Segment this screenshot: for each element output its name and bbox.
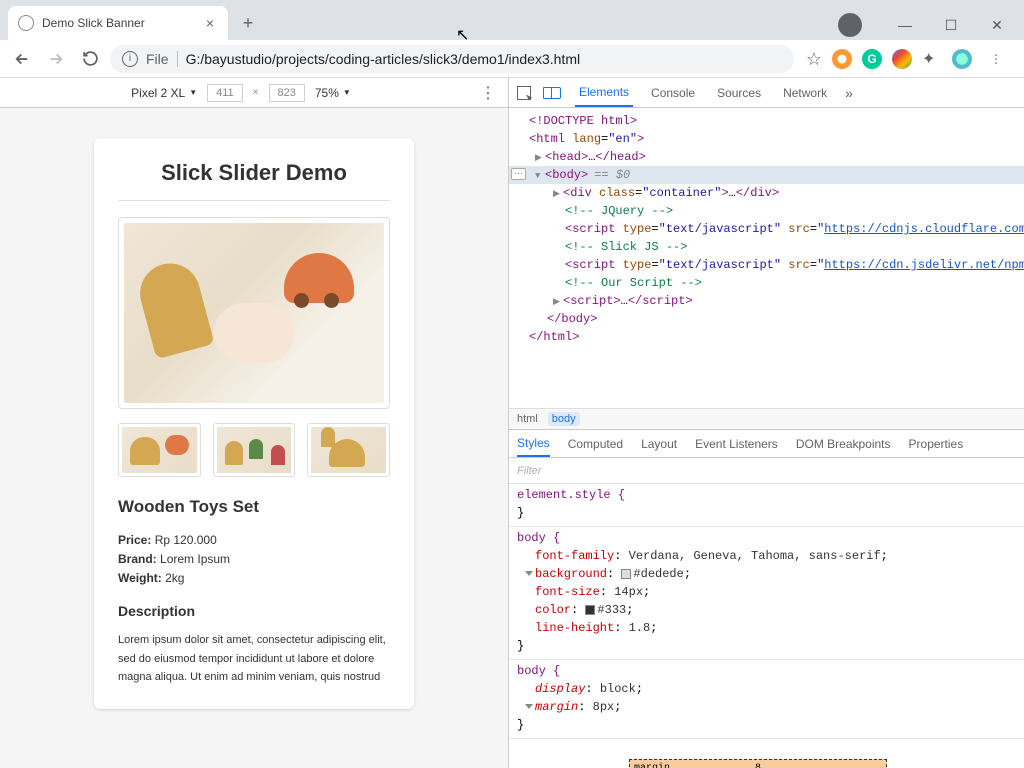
omnibox[interactable]: i File G:/bayustudio/projects/coding-art… bbox=[110, 45, 794, 73]
crumb-body[interactable]: body bbox=[548, 412, 580, 426]
device-width-input[interactable]: 411 bbox=[207, 84, 243, 102]
tab-event-listeners[interactable]: Event Listeners bbox=[695, 432, 778, 456]
product-weight: Weight: 2kg bbox=[118, 571, 390, 585]
zoom-select[interactable]: 75%▼ bbox=[315, 86, 351, 100]
tab-layout[interactable]: Layout bbox=[641, 432, 677, 456]
extension-icon[interactable]: G bbox=[862, 49, 882, 69]
dom-node[interactable]: <script type="text/javascript" src="http… bbox=[509, 256, 1024, 274]
styles-filter-bar: Filter :hov .cls + bbox=[509, 458, 1024, 484]
window-controls: — ☐ ✕ bbox=[838, 10, 1024, 40]
maximize-button[interactable]: ☐ bbox=[928, 10, 974, 40]
dom-comment[interactable]: <!-- JQuery --> bbox=[509, 202, 1024, 220]
tab-properties[interactable]: Properties bbox=[909, 432, 964, 456]
box-model[interactable]: margin 8 bbox=[509, 739, 1024, 768]
toolbar-actions: ☆ G ✦ ⋮ bbox=[800, 45, 1016, 73]
profile-badge-icon[interactable] bbox=[838, 13, 862, 37]
styles-panel[interactable]: element.style { } index3.html:16 body { … bbox=[509, 484, 1024, 768]
extension-icon[interactable] bbox=[892, 49, 912, 69]
dom-node[interactable]: <script type="text/javascript" src="http… bbox=[509, 220, 1024, 238]
tab-sources[interactable]: Sources bbox=[713, 80, 765, 106]
dom-node[interactable]: <!DOCTYPE html> bbox=[509, 112, 1024, 130]
dom-node[interactable]: </html> bbox=[509, 328, 1024, 346]
thumbnail-row bbox=[118, 423, 390, 477]
rendered-page: Slick Slider Demo Wooden Toys Set Price:… bbox=[94, 138, 414, 709]
style-rule[interactable]: index3.html:16 body { font-family: Verda… bbox=[509, 527, 1024, 660]
back-button[interactable] bbox=[8, 45, 36, 73]
dom-comment[interactable]: <!-- Our Script --> bbox=[509, 274, 1024, 292]
minimize-button[interactable]: — bbox=[882, 10, 928, 40]
dom-comment[interactable]: <!-- Slick JS --> bbox=[509, 238, 1024, 256]
dom-node[interactable]: ▶<div class="container">…</div> bbox=[509, 184, 1024, 202]
new-tab-button[interactable]: + bbox=[234, 9, 262, 37]
extensions-menu-icon[interactable]: ✦ bbox=[922, 49, 942, 69]
profile-avatar-icon[interactable] bbox=[952, 49, 972, 69]
device-height-input[interactable]: 823 bbox=[269, 84, 305, 102]
product-price: Price: Rp 120.000 bbox=[118, 533, 390, 547]
tab-console[interactable]: Console bbox=[647, 80, 699, 106]
address-bar: i File G:/bayustudio/projects/coding-art… bbox=[0, 40, 1024, 78]
dom-tree[interactable]: <!DOCTYPE html> <html lang="en"> ▶<head>… bbox=[509, 108, 1024, 408]
thumbnail[interactable] bbox=[307, 423, 390, 477]
device-toggle-icon[interactable] bbox=[545, 87, 561, 99]
tab-elements[interactable]: Elements bbox=[575, 79, 633, 107]
styles-filter-input[interactable]: Filter bbox=[509, 465, 1024, 477]
tab-title: Demo Slick Banner bbox=[42, 16, 202, 30]
menu-icon[interactable]: ⋮ bbox=[982, 45, 1010, 73]
more-tabs-icon[interactable]: » bbox=[845, 85, 853, 101]
device-toolbar-menu-icon[interactable]: ⋮ bbox=[480, 83, 496, 103]
url-text: G:/bayustudio/projects/coding-articles/s… bbox=[186, 51, 581, 67]
page-viewport-pane: Pixel 2 XL▼ 411 × 823 75%▼ ⋮ Slick Slide… bbox=[0, 78, 508, 768]
tab-computed[interactable]: Computed bbox=[568, 432, 623, 456]
styles-tabbar: Styles Computed Layout Event Listeners D… bbox=[509, 430, 1024, 458]
close-window-button[interactable]: ✕ bbox=[974, 10, 1020, 40]
devtools-tabbar: Elements Console Sources Network » ⚙ ⋮ ✕ bbox=[509, 78, 1024, 108]
page-title: Slick Slider Demo bbox=[118, 160, 390, 186]
crumb-html[interactable]: html bbox=[517, 413, 538, 425]
forward-button[interactable] bbox=[42, 45, 70, 73]
dom-node[interactable]: <html lang="en"> bbox=[509, 130, 1024, 148]
scheme-label: File bbox=[146, 51, 169, 67]
dom-node[interactable]: ▶<head>…</head> bbox=[509, 148, 1024, 166]
device-select[interactable]: Pixel 2 XL▼ bbox=[131, 86, 197, 100]
browser-tab[interactable]: Demo Slick Banner × bbox=[8, 6, 228, 40]
product-brand: Brand: Lorem Ipsum bbox=[118, 552, 390, 566]
bookmark-star-icon[interactable]: ☆ bbox=[806, 49, 822, 69]
description-text: Lorem ipsum dolor sit amet, consectetur … bbox=[118, 631, 390, 687]
tab-network[interactable]: Network bbox=[779, 80, 831, 106]
reload-button[interactable] bbox=[76, 45, 104, 73]
device-viewport[interactable]: Slick Slider Demo Wooden Toys Set Price:… bbox=[0, 108, 508, 768]
tab-dom-breakpoints[interactable]: DOM Breakpoints bbox=[796, 432, 891, 456]
dimension-x: × bbox=[253, 87, 259, 98]
dom-node[interactable]: </body> bbox=[509, 310, 1024, 328]
devtools-pane: Elements Console Sources Network » ⚙ ⋮ ✕… bbox=[508, 78, 1024, 768]
window-titlebar: Demo Slick Banner × + — ☐ ✕ bbox=[0, 0, 1024, 40]
thumbnail[interactable] bbox=[213, 423, 296, 477]
dom-node-selected[interactable]: ▼<body>== $0 bbox=[509, 166, 1024, 184]
info-icon[interactable]: i bbox=[122, 51, 138, 67]
product-title: Wooden Toys Set bbox=[118, 497, 390, 517]
dom-breadcrumbs: html body bbox=[509, 408, 1024, 430]
tab-styles[interactable]: Styles bbox=[517, 431, 550, 457]
inspect-element-icon[interactable] bbox=[517, 86, 531, 100]
style-rule[interactable]: element.style { } bbox=[509, 484, 1024, 527]
thumbnail[interactable] bbox=[118, 423, 201, 477]
dom-node[interactable]: ▶<script>…</script> bbox=[509, 292, 1024, 310]
separator bbox=[177, 51, 178, 67]
description-heading: Description bbox=[118, 603, 390, 619]
main-slide-image[interactable] bbox=[118, 217, 390, 409]
globe-icon bbox=[18, 15, 34, 31]
style-rule[interactable]: user agent stylesheet body { display: bl… bbox=[509, 660, 1024, 739]
device-toolbar: Pixel 2 XL▼ 411 × 823 75%▼ ⋮ bbox=[0, 78, 508, 108]
close-tab-icon[interactable]: × bbox=[202, 15, 218, 31]
divider bbox=[118, 200, 390, 201]
extension-icon[interactable] bbox=[832, 49, 852, 69]
